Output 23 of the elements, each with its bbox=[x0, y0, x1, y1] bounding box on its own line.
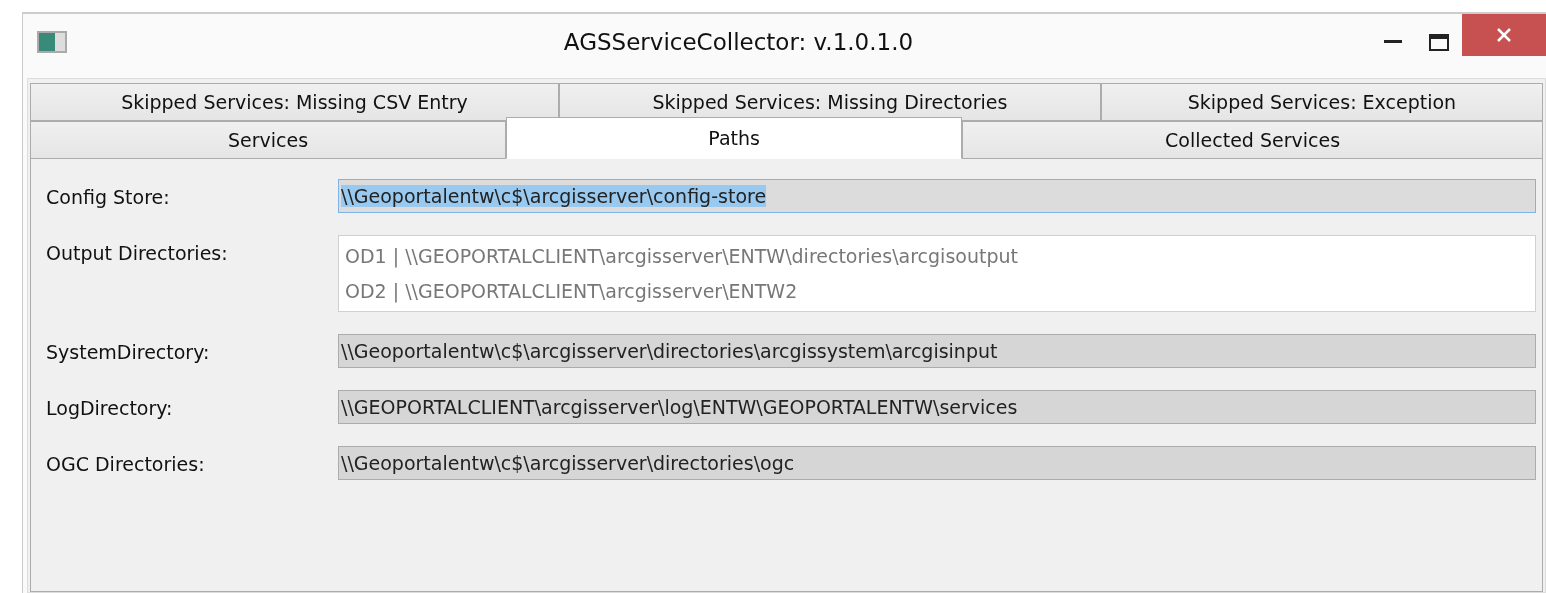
minimize-icon bbox=[1384, 40, 1402, 44]
close-icon bbox=[1496, 27, 1512, 43]
tab[interactable]: Skipped Services: Missing Directories bbox=[558, 83, 1101, 121]
field-label: SystemDirectory: bbox=[46, 340, 211, 365]
text-field[interactable]: \\Geoportalentw\c$\arcgisserver\directories\ogc bbox=[338, 446, 1536, 480]
app-icon[interactable] bbox=[37, 31, 67, 53]
field-label: LogDirectory: bbox=[46, 396, 174, 421]
tab[interactable]: Collected Services bbox=[962, 121, 1543, 159]
list-box[interactable]: OD1 | \\GEOPORTALCLIENT\arcgisserver\ENTW\directories\arcgisoutput OD2 | \\GEOPORTALCLIENT\arcgisserver\ENTW2 bbox=[338, 235, 1536, 312]
field-label: Output Directories: bbox=[46, 241, 229, 266]
field-label: Config Store: bbox=[46, 185, 171, 210]
list-item[interactable]: OD1 | \\GEOPORTALCLIENT\arcgisserver\ENTW\directories\arcgisoutput bbox=[345, 242, 1529, 271]
tab[interactable]: Paths bbox=[506, 117, 963, 159]
window-title: AGSServiceCollector: v.1.0.1.0 bbox=[562, 27, 915, 57]
tab[interactable]: Services bbox=[30, 121, 507, 159]
text-field[interactable]: \\Geoportalentw\c$\arcgisserver\config-store bbox=[338, 179, 1536, 213]
text-field[interactable]: \\GEOPORTALCLIENT\arcgisserver\log\ENTW\GEOPORTALENTW\services bbox=[338, 390, 1536, 424]
field-label: OGC Directories: bbox=[46, 452, 206, 477]
tab[interactable]: Skipped Services: Missing CSV Entry bbox=[30, 83, 559, 121]
list-item[interactable]: OD2 | \\GEOPORTALCLIENT\arcgisserver\ENTW2 bbox=[345, 276, 1529, 305]
maximize-icon bbox=[1429, 33, 1449, 51]
tab[interactable]: Skipped Services: Exception bbox=[1100, 83, 1543, 121]
text-field[interactable]: \\Geoportalentw\c$\arcgisserver\directories\arcgissystem\arcgisinput bbox=[338, 334, 1536, 368]
